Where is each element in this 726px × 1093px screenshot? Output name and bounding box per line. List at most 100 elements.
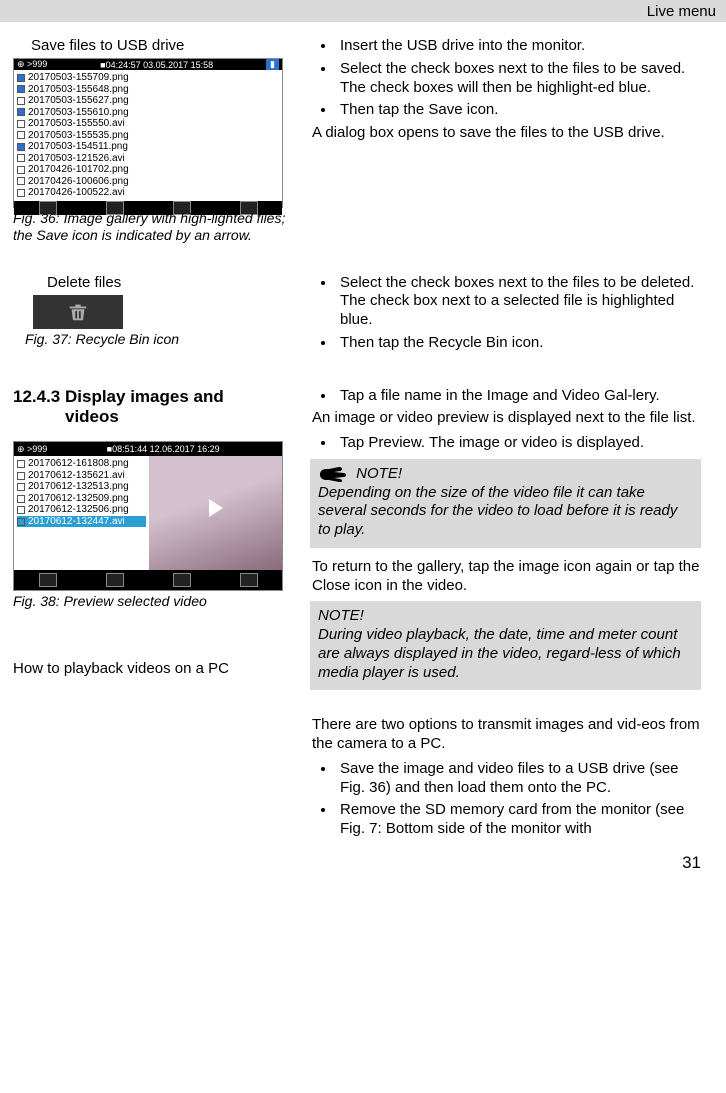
file-name: 20170503-155610.png: [28, 107, 129, 119]
fig-36: ⊕ >999 ■04:24:57 03.05.2017 15:58 ▮ 2017…: [13, 58, 286, 244]
checkbox-icon: [17, 483, 25, 491]
play-icon: [209, 499, 223, 517]
file-name: 20170612-161808.png: [28, 458, 129, 470]
list-item: Then tap the Save icon.: [336, 101, 701, 120]
note1-label: NOTE!: [356, 465, 402, 482]
select-all-icon: [39, 573, 57, 587]
header-bar: Live menu: [0, 0, 726, 22]
section-delete-files: Delete files Fig. 37: Recycle Bin icon S…: [13, 274, 701, 357]
file-name: 20170612-132506.png: [28, 504, 129, 516]
sec3-bullet-list-b: Tap Preview. The image or video is displ…: [298, 434, 701, 453]
pointing-hand-icon: [318, 465, 348, 483]
checkbox-icon: [17, 506, 25, 514]
list-item: Select the check boxes next to the files…: [336, 60, 701, 98]
file-name: 20170612-132513.png: [28, 481, 129, 493]
sec3-after-note1: To return to the gallery, tap the image …: [312, 558, 701, 596]
checkbox-icon: [17, 108, 25, 116]
note-box-1: NOTE! Depending on the size of the video…: [310, 459, 701, 548]
status-left: ⊕ >999: [17, 444, 47, 455]
file-name: 20170503-154511.png: [28, 141, 128, 153]
file-name: 20170612-132509.png: [28, 493, 129, 505]
checkbox-icon: [17, 460, 25, 468]
section-save-files: Save files to USB drive ⊕ >999 ■04:24:57…: [13, 37, 701, 244]
fig38-caption: Fig. 38: Preview selected video: [13, 593, 286, 610]
file-name: 20170503-121526.avi: [28, 153, 125, 165]
close-icon: [240, 573, 258, 587]
list-item: Then tap the Recycle Bin icon.: [336, 334, 701, 353]
heading-number: 12.4.3: [13, 387, 60, 406]
list-item: Tap a file name in the Image and Video G…: [336, 387, 701, 406]
file-row: 20170612-132447.avi: [17, 516, 146, 528]
fig36-gallery: ⊕ >999 ■04:24:57 03.05.2017 15:58 ▮ 2017…: [13, 58, 283, 208]
file-row: 20170503-155550.avi: [17, 118, 146, 130]
list-item: Tap Preview. The image or video is displ…: [336, 434, 701, 453]
file-row: 20170612-135621.avi: [17, 470, 146, 482]
file-name: 20170612-132447.avi: [28, 516, 125, 528]
checkbox-icon: [17, 472, 25, 480]
file-row: 20170426-100522.avi: [17, 187, 146, 199]
file-row: 20170426-101702.png: [17, 164, 146, 176]
section-display-images: 12.4.3 Display images and videos ⊕ >999 …: [13, 387, 701, 843]
file-name: 20170503-155709.png: [28, 72, 129, 84]
recycle-bin-icon: [67, 301, 89, 323]
fig38-footer: [14, 570, 282, 590]
checkbox-icon: [17, 518, 25, 526]
fig38-file-list: 20170612-161808.png20170612-135621.avi20…: [14, 456, 149, 570]
checkbox-icon: [17, 74, 25, 82]
file-name: 20170612-135621.avi: [28, 470, 125, 482]
file-row: 20170503-155610.png: [17, 107, 146, 119]
sec3-after-a: An image or video preview is displayed n…: [312, 409, 701, 428]
sec3-after-note2: There are two options to transmit images…: [312, 716, 701, 754]
file-row: 20170503-155648.png: [17, 84, 146, 96]
fig38-gallery: ⊕ >999 ■08:51:44 12.06.2017 16:29 201706…: [13, 441, 283, 591]
file-name: 20170426-101702.png: [28, 164, 129, 176]
fig36-status-bar: ⊕ >999 ■04:24:57 03.05.2017 15:58 ▮: [14, 59, 282, 70]
heading-text: Display images and videos: [65, 387, 255, 428]
checkbox-icon: [17, 85, 25, 93]
list-item: Save the image and video files to a USB …: [336, 760, 701, 798]
checkbox-icon: [17, 143, 25, 151]
sec3-heading: 12.4.3 Display images and videos: [13, 387, 286, 428]
sec2-bullet-list: Select the check boxes next to the files…: [298, 274, 701, 353]
fig-38: ⊕ >999 ■08:51:44 12.06.2017 16:29 201706…: [13, 441, 286, 610]
checkbox-icon: [17, 97, 25, 105]
note-box-2: NOTE! During video playback, the date, t…: [310, 601, 701, 690]
file-row: 20170612-132513.png: [17, 481, 146, 493]
delete-files-title: Delete files: [13, 274, 286, 291]
note1-body: Depending on the size of the video file …: [318, 484, 677, 539]
list-item: Remove the SD memory card from the monit…: [336, 801, 701, 839]
file-row: 20170612-132506.png: [17, 504, 146, 516]
file-row: 20170503-155627.png: [17, 95, 146, 107]
status-right: ▮: [266, 59, 279, 70]
file-name: 20170503-155550.avi: [28, 118, 125, 130]
checkbox-icon: [17, 495, 25, 503]
status-left: ⊕ >999: [17, 59, 47, 70]
sec3-bullet-list-c: Save the image and video files to a USB …: [298, 760, 701, 839]
fig36-caption: Fig. 36: Image gallery with high-lighted…: [13, 210, 286, 244]
status-mid: ■04:24:57 03.05.2017 15:58: [47, 60, 266, 70]
fig37-bin: [33, 295, 123, 329]
file-row: 20170503-154511.png: [17, 141, 146, 153]
file-name: 20170426-100522.avi: [28, 187, 125, 199]
playback-pc-title: How to playback videos on a PC: [13, 660, 286, 679]
page-number: 31: [13, 853, 701, 873]
sec1-after-text: A dialog box opens to save the files to …: [312, 124, 701, 143]
status-mid: ■08:51:44 12.06.2017 16:29: [47, 444, 279, 454]
file-row: 20170503-155535.png: [17, 130, 146, 142]
checkbox-icon: [17, 189, 25, 197]
note2-label: NOTE!: [318, 607, 364, 624]
list-item: Insert the USB drive into the monitor.: [336, 37, 701, 56]
trash-icon: [173, 573, 191, 587]
note2-body: During video playback, the date, time an…: [318, 626, 681, 681]
sec3-bullet-list-a: Tap a file name in the Image and Video G…: [298, 387, 701, 406]
file-row: 20170612-161808.png: [17, 458, 146, 470]
page-body: Save files to USB drive ⊕ >999 ■04:24:57…: [0, 22, 726, 883]
header-right-text: Live menu: [647, 3, 716, 20]
checkbox-icon: [17, 166, 25, 174]
fig37-caption: Fig. 37: Recycle Bin icon: [13, 331, 286, 348]
file-name: 20170426-100606.png: [28, 176, 129, 188]
file-row: 20170503-121526.avi: [17, 153, 146, 165]
fig36-file-list: 20170503-155709.png20170503-155648.png20…: [14, 70, 149, 201]
fig38-preview: [149, 456, 282, 570]
file-name: 20170503-155535.png: [28, 130, 129, 142]
